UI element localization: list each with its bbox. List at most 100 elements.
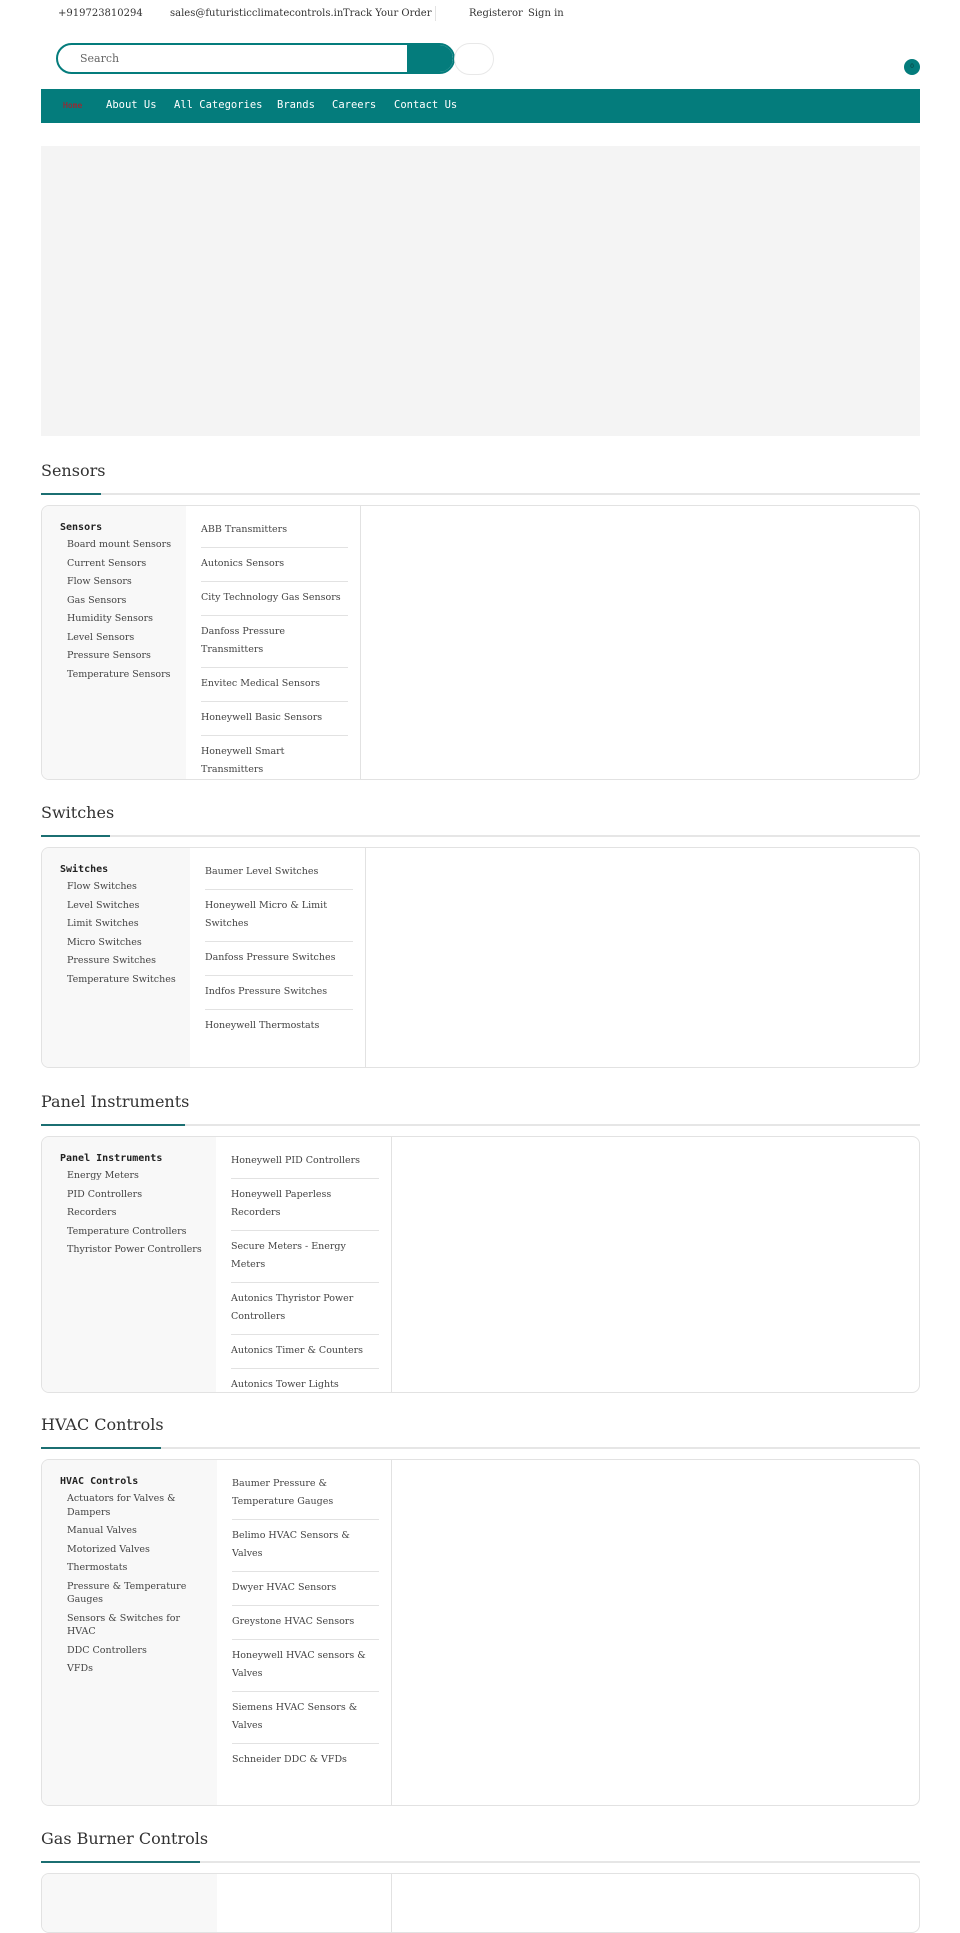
nav-home[interactable]: Home <box>63 101 82 110</box>
brand-column: Honeywell PID Controllers Honeywell Paper… <box>216 1137 392 1392</box>
brand-link[interactable]: Danfoss Pressure Switches <box>205 942 353 976</box>
brand-link[interactable]: Baumer Level Switches <box>205 856 353 890</box>
subcategory-link[interactable]: Temperature Controllers <box>60 1225 216 1239</box>
brand-link[interactable]: Autonics Tower Lights <box>231 1369 379 1392</box>
brand-column <box>217 1874 392 1932</box>
subcategory-link[interactable]: Humidity Sensors <box>60 612 186 626</box>
top-bar: +919723810294 sales@futuristicclimatecon… <box>0 0 960 28</box>
nav-all-categories[interactable]: All Categories <box>174 99 263 111</box>
cart-count-badge[interactable]: 0 <box>904 59 920 75</box>
section-title-underline <box>41 493 920 495</box>
nav-contact-us[interactable]: Contact Us <box>394 99 457 111</box>
subcategory-link[interactable]: Thermostats <box>60 1561 217 1575</box>
underline-accent <box>41 835 110 837</box>
subcategory-link[interactable]: Temperature Sensors <box>60 668 186 682</box>
brand-link[interactable]: Siemens HVAC Sensors & Valves <box>232 1692 379 1744</box>
category-section: HVAC Controls HVAC Controls Actuators for … <box>41 1413 920 1806</box>
subcategory-link[interactable]: Current Sensors <box>60 557 186 571</box>
subcategory-link[interactable]: VFDs <box>60 1662 217 1676</box>
brand-column: Baumer Level Switches Honeywell Micro & L… <box>190 848 366 1067</box>
search-bar <box>56 43 455 74</box>
brand-link[interactable]: Honeywell Micro & Limit Switches <box>205 890 353 942</box>
subcategory-link[interactable]: Pressure Sensors <box>60 649 186 663</box>
brand-column: ABB Transmitters Autonics Sensors City Tec… <box>186 506 361 779</box>
account-button[interactable] <box>454 43 494 75</box>
subcategory-link[interactable]: Energy Meters <box>60 1169 216 1183</box>
subcategory-heading[interactable]: Panel Instruments <box>60 1153 216 1164</box>
subcategory-link[interactable]: Limit Switches <box>60 917 190 931</box>
nav-about-us[interactable]: About Us <box>106 99 157 111</box>
subcategory-heading[interactable]: HVAC Controls <box>60 1476 217 1487</box>
subcategory-link[interactable]: Board mount Sensors <box>60 538 186 552</box>
subcategory-link[interactable]: Motorized Valves <box>60 1543 217 1557</box>
section-title: Switches <box>41 803 115 822</box>
phone-link[interactable]: +919723810294 <box>58 8 143 19</box>
brand-link[interactable]: Autonics Sensors <box>201 548 348 582</box>
category-card: HVAC Controls Actuators for Valves & Damp… <box>41 1459 920 1806</box>
or-text: or <box>512 8 523 19</box>
category-section: Gas Burner Controls <box>41 1827 920 1933</box>
brand-link[interactable]: Honeywell PID Controllers <box>231 1145 379 1179</box>
subcategory-link[interactable]: Actuators for Valves & Dampers <box>60 1492 217 1519</box>
brand-link[interactable]: Belimo HVAC Sensors & Valves <box>232 1520 379 1572</box>
brand-link[interactable]: Envitec Medical Sensors <box>201 668 348 702</box>
brand-link[interactable]: Autonics Thyristor Power Controllers <box>231 1283 379 1335</box>
brand-link[interactable]: Schneider DDC & VFDs <box>232 1744 379 1777</box>
subcategory-link[interactable]: Gas Sensors <box>60 594 186 608</box>
category-card <box>41 1873 920 1933</box>
section-title: Sensors <box>41 461 106 480</box>
register-link[interactable]: Register <box>469 8 512 19</box>
email-link[interactable]: sales@futuristicclimatecontrols.in <box>170 8 343 19</box>
subcategory-link[interactable]: Sensors & Switches for HVAC <box>60 1612 217 1639</box>
brand-link[interactable]: Honeywell Smart Transmitters <box>201 736 348 779</box>
subcategory-column: Switches Flow Switches Level Switches Limit… <box>42 848 190 1067</box>
product-image-area <box>392 1137 919 1392</box>
subcategory-link[interactable]: Pressure Switches <box>60 954 190 968</box>
subcategory-link[interactable]: Manual Valves <box>60 1524 217 1538</box>
subcategory-link[interactable]: Thyristor Power Controllers <box>60 1243 216 1257</box>
brand-link[interactable]: Baumer Pressure & Temperature Gauges <box>232 1468 379 1520</box>
brand-link[interactable]: Autonics Timer & Counters <box>231 1335 379 1369</box>
subcategory-link[interactable]: PID Controllers <box>60 1188 216 1202</box>
brand-column: Baumer Pressure & Temperature Gauges Beli… <box>217 1460 392 1805</box>
product-image-area <box>392 1874 919 1932</box>
subcategory-column: Panel Instruments Energy Meters PID Contro… <box>42 1137 216 1392</box>
brand-link[interactable]: Honeywell HVAC sensors & Valves <box>232 1640 379 1692</box>
subcategory-link[interactable]: Level Switches <box>60 899 190 913</box>
subcategory-link[interactable]: Level Sensors <box>60 631 186 645</box>
brand-link[interactable]: City Technology Gas Sensors <box>201 582 348 616</box>
brand-link[interactable]: Honeywell Basic Sensors <box>201 702 348 736</box>
nav-brands[interactable]: Brands <box>277 99 315 111</box>
subcategory-link[interactable]: Temperature Switches <box>60 973 190 987</box>
subcategory-link[interactable]: DDC Controllers <box>60 1644 217 1658</box>
subcategory-heading[interactable]: Sensors <box>60 522 186 533</box>
subcategory-link[interactable]: Flow Switches <box>60 880 190 894</box>
subcategory-link[interactable]: Micro Switches <box>60 936 190 950</box>
brand-link[interactable]: Honeywell Thermostats <box>205 1010 353 1043</box>
subcategory-link[interactable]: Recorders <box>60 1206 216 1220</box>
category-section: Sensors Sensors Board mount Sensors Current… <box>41 459 920 780</box>
section-title: Gas Burner Controls <box>41 1829 209 1848</box>
subcategory-link[interactable]: Flow Sensors <box>60 575 186 589</box>
category-card: Sensors Board mount Sensors Current Sensor… <box>41 505 920 780</box>
brand-link[interactable]: Greystone HVAC Sensors <box>232 1606 379 1640</box>
track-order-link[interactable]: Track Your Order <box>343 8 431 19</box>
underline-accent <box>41 1124 185 1126</box>
search-input[interactable] <box>58 45 413 72</box>
brand-link[interactable]: Indfos Pressure Switches <box>205 976 353 1010</box>
category-section: Panel Instruments Panel Instruments Energy… <box>41 1090 920 1393</box>
brand-link[interactable]: Honeywell Paperless Recorders <box>231 1179 379 1231</box>
nav-careers[interactable]: Careers <box>332 99 376 111</box>
subcategory-link[interactable]: Pressure & Temperature Gauges <box>60 1580 217 1607</box>
search-button[interactable] <box>407 45 453 72</box>
subcategory-heading[interactable]: Switches <box>60 864 190 875</box>
product-image-area <box>392 1460 919 1805</box>
brand-link[interactable]: ABB Transmitters <box>201 514 348 548</box>
section-title-underline <box>41 835 920 837</box>
brand-link[interactable]: Dwyer HVAC Sensors <box>232 1572 379 1606</box>
brand-link[interactable]: Secure Meters - Energy Meters <box>231 1231 379 1283</box>
underline-accent <box>41 493 101 495</box>
section-title-underline <box>41 1447 920 1449</box>
brand-link[interactable]: Danfoss Pressure Transmitters <box>201 616 348 668</box>
sign-in-link[interactable]: Sign in <box>528 8 564 19</box>
